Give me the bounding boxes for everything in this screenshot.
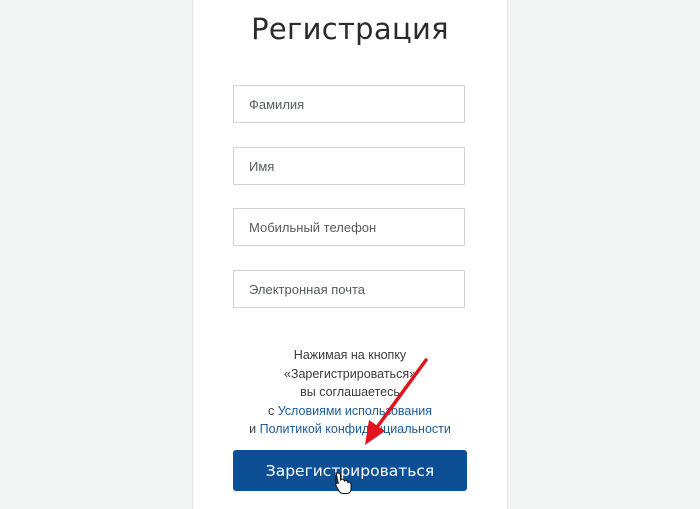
surname-input[interactable] <box>233 85 465 123</box>
agreement-line-2: «Зарегистрироваться» <box>283 366 417 381</box>
registration-card: Регистрация Нажимая на кнопку «Зарегистр… <box>192 0 508 509</box>
agreement-line-privacy: и Политикой конфиденциальности <box>193 420 507 439</box>
page-title: Регистрация <box>251 12 449 46</box>
first-name-input[interactable] <box>233 147 465 185</box>
register-button[interactable]: Зарегистрироваться <box>233 450 467 491</box>
email-input[interactable] <box>233 270 465 308</box>
agreement-line-3: вы соглашаетесь <box>300 385 400 399</box>
terms-of-use-link[interactable]: Условиями использования <box>278 404 432 418</box>
mobile-phone-input[interactable] <box>233 208 465 246</box>
agreement-line-terms: с Условиями использования <box>193 402 507 421</box>
agreement-line-1: Нажимая на кнопку <box>293 348 407 362</box>
registration-page: Регистрация Нажимая на кнопку «Зарегистр… <box>0 0 700 509</box>
privacy-policy-link[interactable]: Политикой конфиденциальности <box>260 422 451 436</box>
privacy-prefix: и <box>249 422 260 436</box>
agreement-text: Нажимая на кнопку «Зарегистрироваться» в… <box>193 346 507 439</box>
terms-prefix: с <box>267 403 278 418</box>
